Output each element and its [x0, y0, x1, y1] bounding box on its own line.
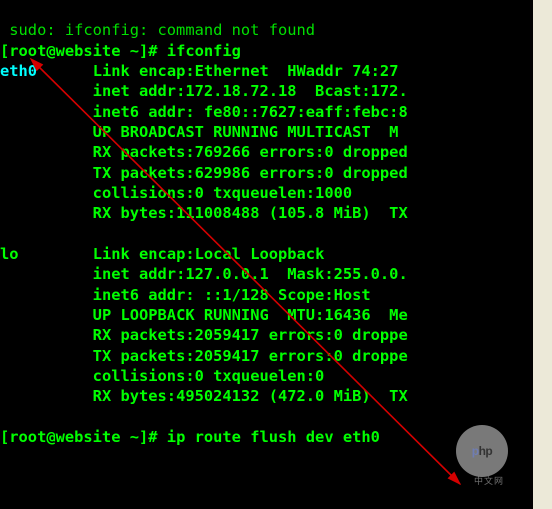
lo-line4: UP LOOPBACK RUNNING MTU:16436 Me: [93, 306, 408, 324]
eth0-line2: inet addr:172.18.72.18 Bcast:172.: [93, 82, 408, 100]
eth0-line3: inet6 addr: fe80::7627:eaff:febc:8: [93, 103, 408, 121]
command-iproute: ip route flush dev eth0: [167, 428, 380, 446]
lo-line3: inet6 addr: ::1/128 Scope:Host: [93, 286, 371, 304]
scrollbar[interactable]: [533, 0, 552, 509]
eth0-line1: Link encap:Ethernet HWaddr 74:27: [93, 62, 399, 80]
shell-prompt-2: [root@website ~]#: [0, 428, 167, 446]
lo-line6: TX packets:2059417 errors:0 droppe: [93, 347, 408, 365]
partial-previous-line: sudo: ifconfig: command not found: [0, 21, 315, 39]
lo-line7: collisions:0 txqueuelen:0: [93, 367, 325, 385]
lo-line5: RX packets:2059417 errors:0 droppe: [93, 326, 408, 344]
iface-lo-name: lo: [0, 245, 19, 263]
iface-eth0-name: eth0: [0, 62, 37, 80]
eth0-line6: TX packets:629986 errors:0 dropped: [93, 164, 408, 182]
lo-line1: Link encap:Local Loopback: [93, 245, 325, 263]
lo-line2: inet addr:127.0.0.1 Mask:255.0.0.: [93, 265, 408, 283]
eth0-line4: UP BROADCAST RUNNING MULTICAST M: [93, 123, 399, 141]
eth0-line5: RX packets:769266 errors:0 dropped: [93, 143, 408, 161]
command-ifconfig: ifconfig: [167, 42, 241, 60]
eth0-line8: RX bytes:111008488 (105.8 MiB) TX: [93, 204, 408, 222]
shell-prompt-1: [root@website ~]#: [0, 42, 167, 60]
eth0-line7: collisions:0 txqueuelen:1000: [93, 184, 352, 202]
lo-line8: RX bytes:495024132 (472.0 MiB) TX: [93, 387, 408, 405]
terminal-window[interactable]: sudo: ifconfig: command not found [root@…: [0, 0, 533, 509]
